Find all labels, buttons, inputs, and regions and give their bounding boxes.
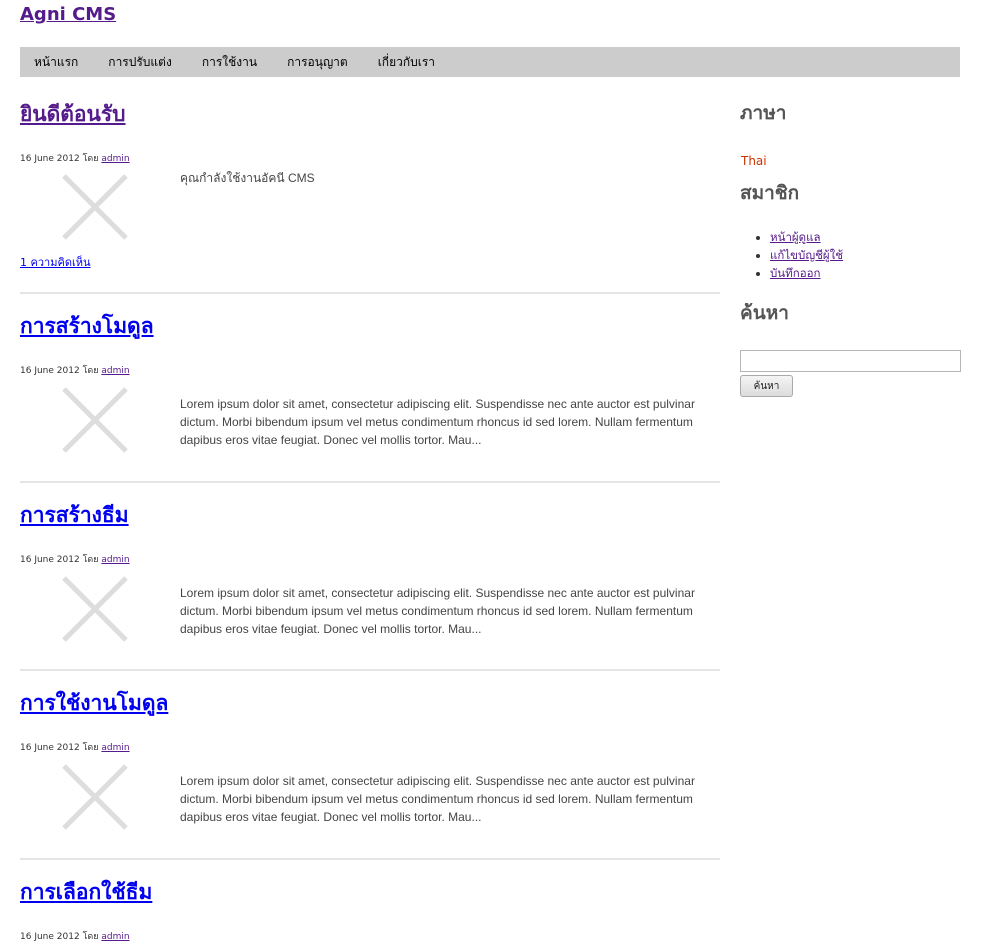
post-thumbnail[interactable] <box>20 169 180 247</box>
member-links: หน้าผู้ดูแล แก้ไขบัญชีผู้ใช้ บันทึกออก <box>740 228 965 282</box>
post-body: Lorem ipsum dolor sit amet, consectetur … <box>20 764 720 850</box>
language-heading: ภาษา <box>740 102 787 124</box>
post-thumbnail[interactable] <box>20 387 180 473</box>
post-by-label: โดย <box>82 932 99 942</box>
member-heading: สมาชิก <box>740 182 800 204</box>
search-heading: ค้นหา <box>740 302 789 324</box>
post-meta: 16 June 2012 โดย admin <box>20 742 720 754</box>
post-date: 16 June 2012 <box>20 932 80 942</box>
post-item: การสร้างโมดูล 16 June 2012 โดย admin Lor… <box>20 294 720 483</box>
search-button[interactable]: ค้นหา <box>740 375 793 397</box>
post-body: Lorem ipsum dolor sit amet, consectetur … <box>20 576 720 662</box>
post-meta: 16 June 2012 โดย admin <box>20 931 720 943</box>
image-placeholder-x-icon <box>62 387 128 453</box>
post-thumbnail[interactable] <box>20 576 180 662</box>
nav-item-customize[interactable]: การปรับแต่ง <box>93 47 187 77</box>
post-body: Lorem ipsum dolor sit amet, consectetur … <box>20 387 720 473</box>
image-placeholder-x-icon <box>62 174 128 240</box>
image-placeholder-x-icon <box>62 576 128 642</box>
post-item: การเลือกใช้ธีม 16 June 2012 โดย admin <box>20 860 720 943</box>
post-meta: 16 June 2012 โดย admin <box>20 554 720 566</box>
post-item: การสร้างธีม 16 June 2012 โดย admin Lorem… <box>20 483 720 671</box>
post-meta: 16 June 2012 โดย admin <box>20 365 720 377</box>
post-by-label: โดย <box>82 555 99 565</box>
post-title-link[interactable]: การสร้างโมดูล <box>20 310 154 343</box>
post-by-label: โดย <box>82 743 99 753</box>
admin-page-link[interactable]: หน้าผู้ดูแล <box>770 230 821 244</box>
post-meta: 16 June 2012 โดย admin <box>20 153 720 165</box>
post-excerpt: Lorem ipsum dolor sit amet, consectetur … <box>180 774 695 824</box>
post-date: 16 June 2012 <box>20 555 80 565</box>
member-list-item: แก้ไขบัญชีผู้ใช้ <box>770 246 965 264</box>
search-input[interactable] <box>740 350 961 372</box>
post-author-link[interactable]: admin <box>101 743 129 753</box>
post-by-label: โดย <box>82 366 99 376</box>
language-selector[interactable]: Thai <box>741 154 965 168</box>
comments-link[interactable]: 1 ความคิดเห็น <box>20 253 720 271</box>
member-list-item: หน้าผู้ดูแล <box>770 228 965 246</box>
post-excerpt: คุณกำลังใช้งานอัคนี CMS <box>180 171 315 185</box>
post-excerpt: Lorem ipsum dolor sit amet, consectetur … <box>180 397 695 447</box>
nav-item-usage[interactable]: การใช้งาน <box>187 47 272 77</box>
image-placeholder-x-icon <box>62 764 128 830</box>
post-by-label: โดย <box>82 154 99 164</box>
post-author-link[interactable]: admin <box>101 154 129 164</box>
sidebar: ภาษา Thai สมาชิก หน้าผู้ดูแล แก้ไขบัญชีผ… <box>740 82 965 397</box>
member-list-item: บันทึกออก <box>770 264 965 282</box>
edit-account-link[interactable]: แก้ไขบัญชีผู้ใช้ <box>770 248 843 262</box>
post-title-link[interactable]: การสร้างธีม <box>20 499 129 532</box>
post-author-link[interactable]: admin <box>101 555 129 565</box>
main-navigation: หน้าแรก การปรับแต่ง การใช้งาน การอนุญาต … <box>20 47 960 77</box>
post-thumbnail[interactable] <box>20 764 180 850</box>
post-item: การใช้งานโมดูล 16 June 2012 โดย admin Lo… <box>20 671 720 860</box>
post-date: 16 June 2012 <box>20 743 80 753</box>
nav-item-home[interactable]: หน้าแรก <box>20 47 93 77</box>
post-excerpt: Lorem ipsum dolor sit amet, consectetur … <box>180 586 695 636</box>
post-title-link[interactable]: ยินดีต้อนรับ <box>20 98 126 131</box>
post-body: คุณกำลังใช้งานอัคนี CMS <box>20 169 720 247</box>
post-list: ยินดีต้อนรับ 16 June 2012 โดย admin คุณก… <box>20 82 720 943</box>
post-title-link[interactable]: การใช้งานโมดูล <box>20 687 168 720</box>
post-author-link[interactable]: admin <box>101 932 129 942</box>
site-title-link[interactable]: Agni CMS <box>20 4 116 25</box>
post-date: 16 June 2012 <box>20 366 80 376</box>
post-date: 16 June 2012 <box>20 154 80 164</box>
post-item: ยินดีต้อนรับ 16 June 2012 โดย admin คุณก… <box>20 82 720 294</box>
logout-link[interactable]: บันทึกออก <box>770 266 820 280</box>
nav-item-about[interactable]: เกี่ยวกับเรา <box>363 47 450 77</box>
post-author-link[interactable]: admin <box>101 366 129 376</box>
nav-item-license[interactable]: การอนุญาต <box>272 47 363 77</box>
post-title-link[interactable]: การเลือกใช้ธีม <box>20 876 152 909</box>
